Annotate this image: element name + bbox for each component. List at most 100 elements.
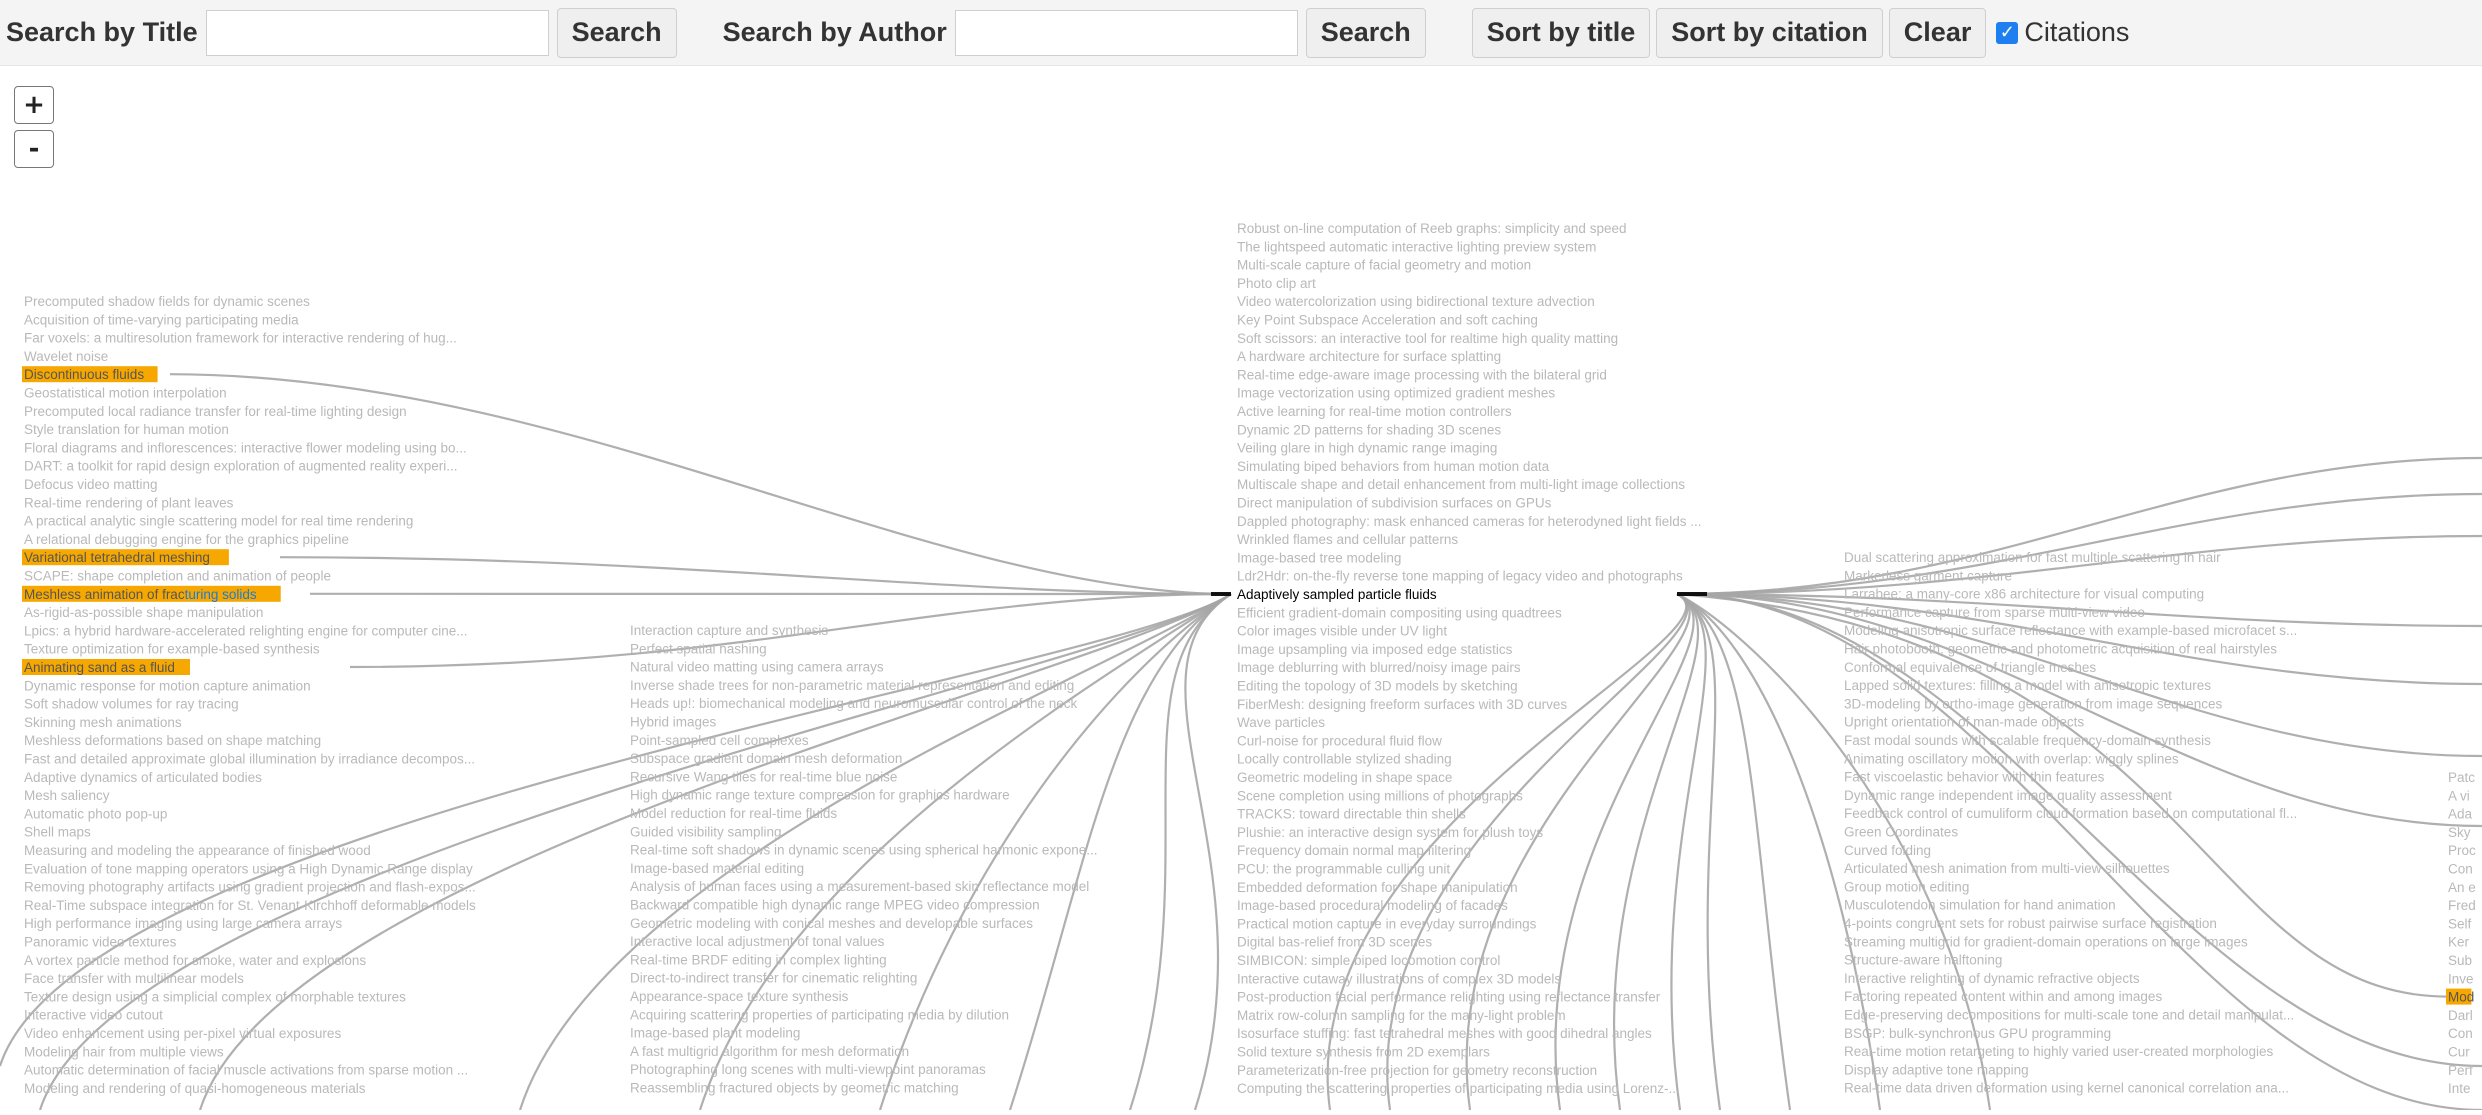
clear-button[interactable]: Clear [1889, 8, 1987, 58]
paper-title[interactable]: BSGP: bulk-synchronous GPU programming [1844, 1026, 2111, 1041]
paper-title[interactable]: Mesh saliency [24, 788, 110, 803]
paper-title[interactable]: Scene completion using millions of photo… [1237, 788, 1523, 803]
paper-title[interactable]: Active learning for real-time motion con… [1237, 404, 1512, 419]
paper-title[interactable]: Skinning mesh animations [24, 715, 182, 730]
paper-title[interactable]: Meshless deformations based on shape mat… [24, 733, 321, 748]
author-search-button[interactable]: Search [1306, 8, 1426, 58]
paper-title[interactable]: Dappled photography: mask enhanced camer… [1237, 514, 1702, 529]
paper-title[interactable]: Geostatistical motion interpolation [24, 386, 227, 401]
paper-title[interactable]: A vortex particle method for smoke, wate… [24, 953, 366, 968]
paper-title[interactable]: A practical analytic single scattering m… [24, 514, 413, 529]
paper-title[interactable]: Editing the topology of 3D models by ske… [1237, 679, 1518, 694]
paper-title[interactable]: Image vectorization using optimized grad… [1237, 386, 1555, 401]
paper-title[interactable]: Locally controllable stylized shading [1237, 752, 1452, 767]
paper-title[interactable]: Adaptive dynamics of articulated bodies [24, 770, 262, 785]
paper-title[interactable]: Lapped solid textures: filling a model w… [1844, 678, 2211, 693]
paper-title[interactable]: Direct-to-indirect transfer for cinemati… [630, 971, 917, 986]
paper-title[interactable]: Dual scattering approximation for fast m… [1844, 550, 2221, 565]
paper-title[interactable]: Real-time data driven deformation using … [1844, 1081, 2289, 1096]
sort-by-citation-button[interactable]: Sort by citation [1656, 8, 1883, 58]
paper-title[interactable]: Shell maps [24, 825, 91, 840]
paper-title[interactable]: Conformal equivalence of triangle meshes [1844, 660, 2096, 675]
paper-title[interactable]: Articulated mesh animation from multi-vi… [1844, 861, 2170, 876]
paper-title[interactable]: A vi [2448, 788, 2470, 803]
paper-title[interactable]: Image-based procedural modeling of facad… [1237, 898, 1508, 913]
paper-title[interactable]: Inve [2448, 971, 2474, 986]
paper-title[interactable]: Matrix row-column sampling for the many-… [1237, 1008, 1566, 1023]
paper-title[interactable]: DART: a toolkit for rapid design explora… [24, 459, 457, 474]
paper-title[interactable]: Style translation for human motion [24, 422, 229, 437]
paper-title[interactable]: Post-production facial performance relig… [1237, 990, 1661, 1005]
title-search-input[interactable] [206, 10, 549, 56]
paper-title[interactable]: Automatic photo pop-up [24, 806, 167, 821]
paper-title[interactable]: Edge-preserving decompositions for multi… [1844, 1008, 2294, 1023]
paper-title[interactable]: Dynamic response for motion capture anim… [24, 678, 311, 693]
paper-title[interactable]: Texture design using a simplicial comple… [24, 989, 406, 1004]
paper-title[interactable]: Efficient gradient-domain compositing us… [1237, 605, 1562, 620]
paper-title[interactable]: Heads up!: biomechanical modeling and ne… [630, 696, 1078, 711]
paper-title[interactable]: Floral diagrams and inflorescences: inte… [24, 440, 467, 455]
paper-title[interactable]: Inte [2448, 1081, 2471, 1096]
paper-title[interactable]: Patc [2448, 770, 2475, 785]
paper-title[interactable]: Key Point Subspace Acceleration and soft… [1237, 313, 1538, 328]
paper-title[interactable]: Simulating biped behaviors from human mo… [1237, 459, 1550, 474]
paper-title[interactable]: Markerless garment capture [1844, 568, 2012, 583]
paper-title[interactable]: Meshless animation of fracturing solids [24, 587, 257, 602]
paper-title[interactable]: Measuring and modeling the appearance of… [24, 843, 371, 858]
paper-title[interactable]: Dynamic 2D patterns for shading 3D scene… [1237, 422, 1501, 437]
paper-title[interactable]: Robust on-line computation of Reeb graph… [1237, 221, 1626, 236]
paper-title[interactable]: Soft scissors: an interactive tool for r… [1237, 331, 1618, 346]
paper-title[interactable]: Interactive cutaway illustrations of com… [1237, 971, 1561, 986]
paper-title[interactable]: Animating oscillatory motion with overla… [1844, 751, 2179, 766]
paper-title[interactable]: Appearance-space texture synthesis [630, 989, 849, 1004]
paper-title[interactable]: Dynamic range independent image quality … [1844, 788, 2172, 803]
title-search-button[interactable]: Search [557, 8, 677, 58]
paper-title[interactable]: Curved folding [1844, 843, 1931, 858]
paper-title[interactable]: Perf [2448, 1063, 2473, 1078]
paper-title[interactable]: Point-sampled cell complexes [630, 733, 809, 748]
paper-title[interactable]: Soft shadow volumes for ray tracing [24, 697, 239, 712]
paper-title[interactable]: Ldr2Hdr: on-the-fly reverse tone mapping… [1237, 569, 1683, 584]
sort-by-title-button[interactable]: Sort by title [1472, 8, 1651, 58]
paper-title[interactable]: High dynamic range texture compression f… [630, 788, 1010, 803]
paper-title[interactable]: Image deblurring with blurred/noisy imag… [1237, 660, 1521, 675]
paper-title[interactable]: Mod [2448, 990, 2474, 1005]
paper-title[interactable]: 3D-modeling by ortho-image generation fr… [1844, 696, 2222, 711]
paper-title[interactable]: Acquisition of time-varying participatin… [24, 312, 299, 327]
paper-title[interactable]: Animating sand as a fluid [24, 660, 175, 675]
paper-title[interactable]: Sky [2448, 825, 2471, 840]
paper-title[interactable]: A hardware architecture for surface spla… [1237, 349, 1501, 364]
paper-title[interactable]: Multiscale shape and detail enhancement … [1237, 477, 1685, 492]
paper-title[interactable]: Hair photobooth: geometric and photometr… [1844, 642, 2277, 657]
paper-title[interactable]: Streaming multigrid for gradient-domain … [1844, 934, 2248, 949]
paper-title[interactable]: FiberMesh: designing freeform surfaces w… [1237, 697, 1567, 712]
paper-title[interactable]: Model reduction for real-time fluids [630, 806, 837, 821]
paper-title[interactable]: Far voxels: a multiresolution framework … [24, 331, 457, 346]
paper-title[interactable]: Interactive video cutout [24, 1008, 163, 1023]
zoom-in-button[interactable]: + [14, 86, 54, 124]
paper-title[interactable]: Structure-aware halftoning [1844, 953, 2002, 968]
paper-title[interactable]: Green Coordinates [1844, 825, 1958, 840]
paper-title[interactable]: Automatic determination of facial muscle… [24, 1063, 468, 1078]
zoom-out-button[interactable]: - [14, 130, 54, 168]
paper-title[interactable]: SCAPE: shape completion and animation of… [24, 569, 331, 584]
paper-title[interactable]: Lpics: a hybrid hardware-accelerated rel… [24, 623, 468, 638]
paper-title[interactable]: Wavelet noise [24, 349, 108, 364]
paper-title[interactable]: Recursive Wang tiles for real-time blue … [630, 769, 897, 784]
paper-title[interactable]: Texture optimization for example-based s… [24, 642, 320, 657]
paper-title[interactable]: Interaction capture and synthesis [630, 623, 828, 638]
paper-title[interactable]: Wave particles [1237, 715, 1325, 730]
paper-title[interactable]: Group motion editing [1844, 879, 1969, 894]
paper-title[interactable]: PCU: the programmable culling unit [1237, 862, 1450, 877]
paper-title[interactable]: Real-time soft shadows in dynamic scenes… [630, 843, 1097, 858]
paper-title[interactable]: Precomputed shadow fields for dynamic sc… [24, 294, 310, 309]
paper-title[interactable]: Modeling anisotropic surface reflectance… [1844, 623, 2297, 638]
paper-title[interactable]: Digital bas-relief from 3D scenes [1237, 935, 1432, 950]
paper-title[interactable]: Real-time BRDF editing in complex lighti… [630, 952, 887, 967]
paper-title[interactable]: Modeling and rendering of quasi-homogene… [24, 1081, 366, 1096]
paper-title[interactable]: Reassembling fractured objects by geomet… [630, 1081, 959, 1096]
paper-title[interactable]: Perfect spatial hashing [630, 641, 767, 656]
paper-title[interactable]: Hybrid images [630, 715, 717, 730]
paper-title[interactable]: Photo clip art [1237, 276, 1316, 291]
paper-title[interactable]: The lightspeed automatic interactive lig… [1237, 239, 1596, 254]
